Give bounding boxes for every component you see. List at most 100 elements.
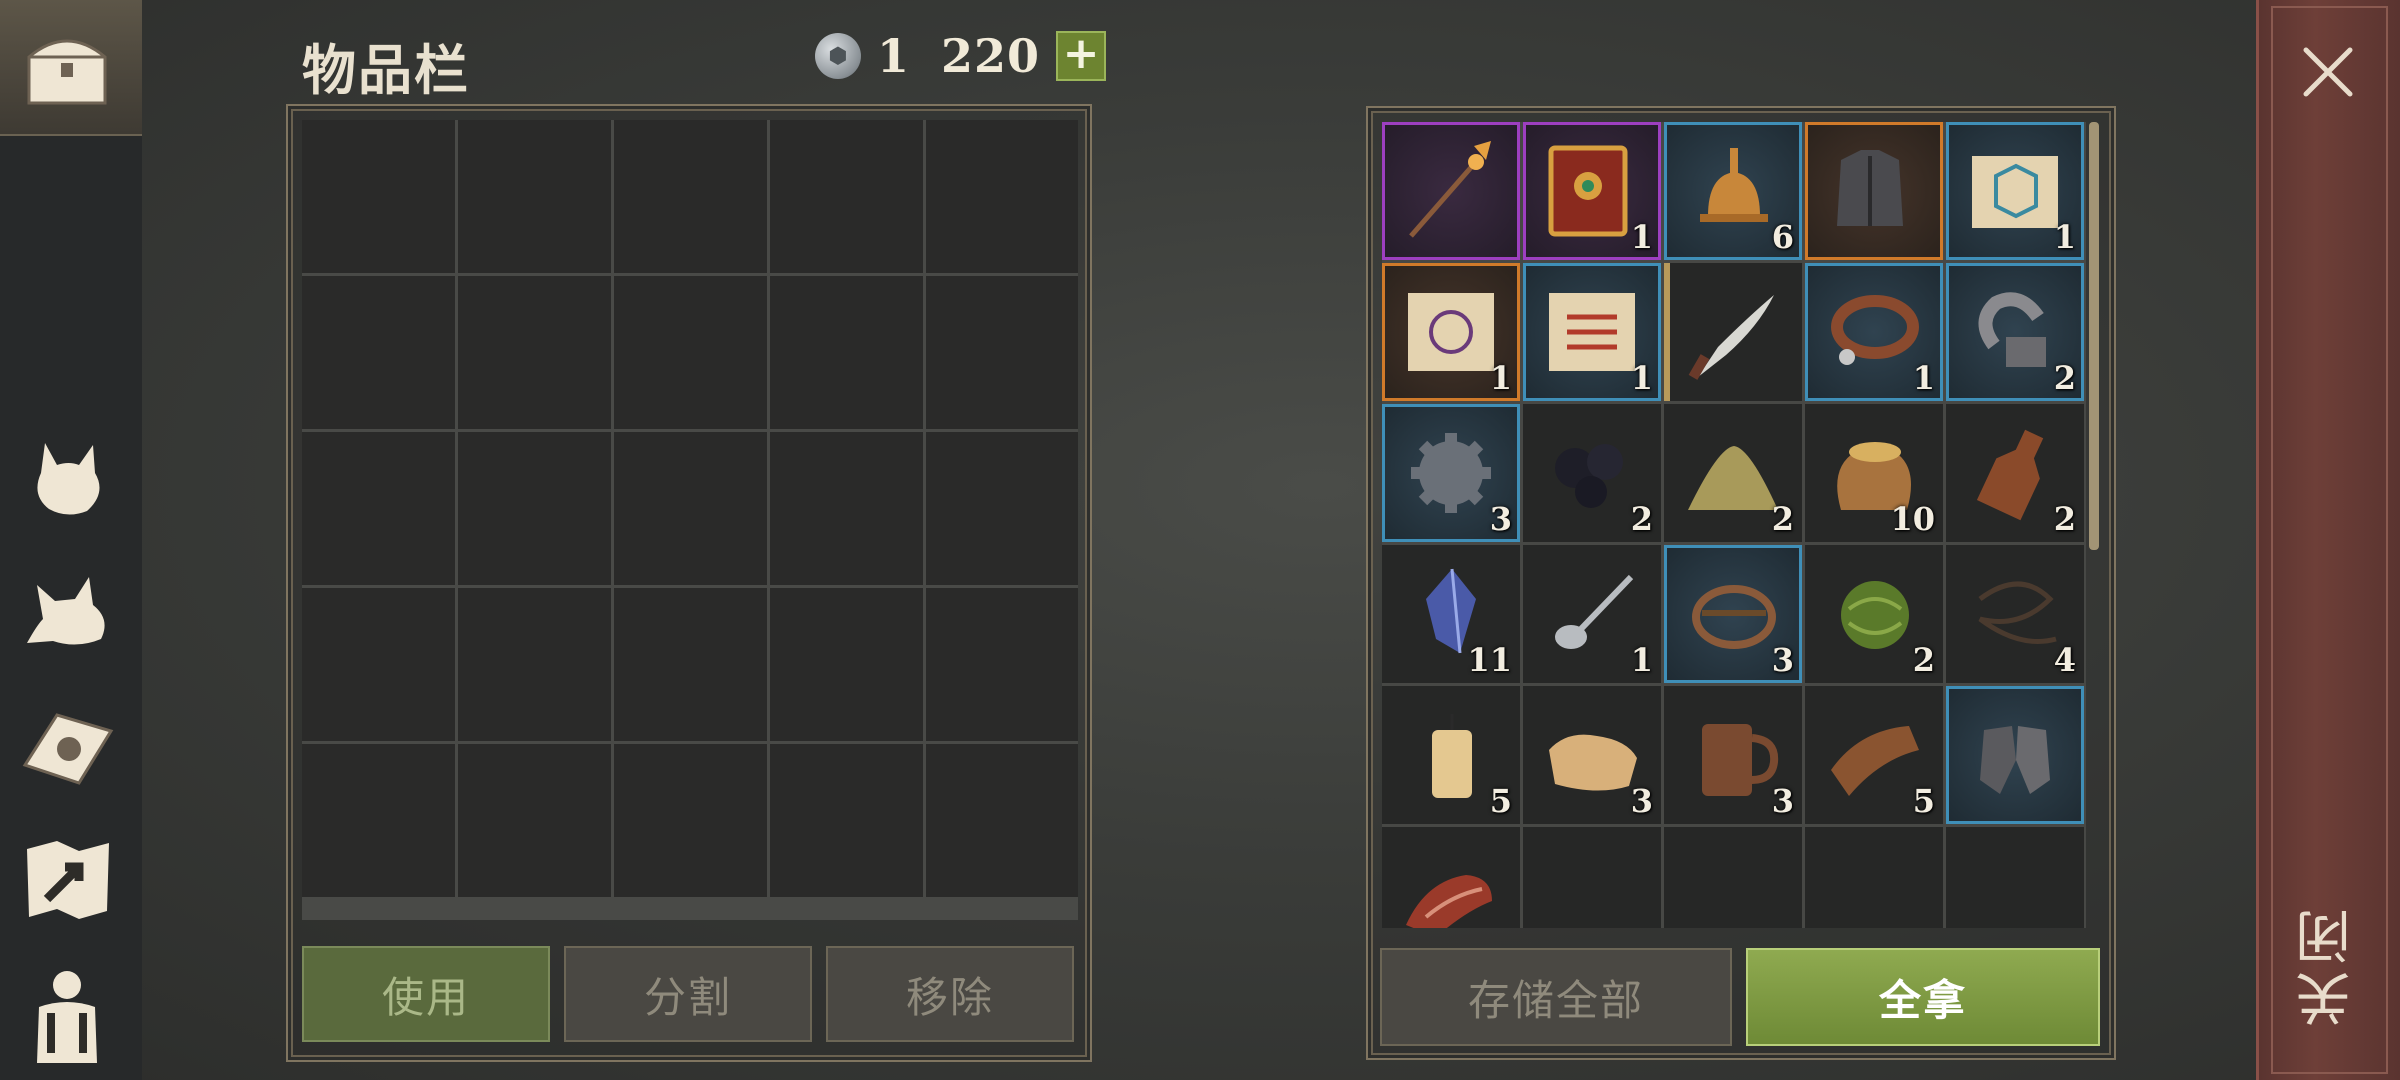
item-quantity: 1 bbox=[1630, 359, 1653, 397]
split-button[interactable]: 分割 bbox=[564, 946, 812, 1042]
take-all-button[interactable]: 全拿 bbox=[1746, 948, 2100, 1046]
storage-slot[interactable]: 1 bbox=[1523, 545, 1661, 683]
character-icon[interactable] bbox=[12, 958, 122, 1068]
inventory-slot[interactable] bbox=[770, 276, 923, 429]
item-quantity: 1 bbox=[1630, 218, 1653, 256]
storage-slot[interactable]: 2 bbox=[1946, 404, 2084, 542]
storage-slot[interactable]: 3 bbox=[1664, 545, 1802, 683]
inventory-slot[interactable] bbox=[614, 588, 767, 741]
item-quantity: 2 bbox=[2053, 359, 2076, 397]
storage-slot[interactable] bbox=[1805, 122, 1943, 260]
inventory-title: 物品栏 bbox=[302, 39, 470, 102]
cat-icon[interactable] bbox=[12, 418, 122, 528]
inventory-slot[interactable] bbox=[302, 588, 455, 741]
storage-scrollbar[interactable] bbox=[2089, 122, 2099, 550]
inventory-slot[interactable] bbox=[926, 432, 1078, 585]
item-quantity: 11 bbox=[1467, 641, 1512, 679]
storage-slot[interactable]: 2 bbox=[1664, 404, 1802, 542]
remove-button[interactable]: 移除 bbox=[826, 946, 1074, 1042]
storage-slot[interactable]: 10 bbox=[1805, 404, 1943, 542]
item-quantity: 3 bbox=[1630, 782, 1653, 820]
inventory-slot[interactable] bbox=[614, 432, 767, 585]
inventory-slot[interactable] bbox=[926, 588, 1078, 741]
storage-slot[interactable] bbox=[1664, 263, 1802, 401]
storage-slot[interactable] bbox=[1382, 122, 1520, 260]
item-quantity: 1 bbox=[2053, 218, 2076, 256]
inventory-slot[interactable] bbox=[302, 276, 455, 429]
inventory-slot[interactable] bbox=[458, 120, 611, 273]
chest-icon[interactable] bbox=[12, 12, 122, 122]
storage-slot[interactable]: 5 bbox=[1382, 686, 1520, 824]
inventory-slot[interactable] bbox=[302, 744, 455, 897]
add-currency-button[interactable]: + bbox=[1056, 31, 1107, 81]
storage-slot[interactable]: 1 bbox=[1382, 263, 1520, 401]
gauntlets-icon bbox=[1980, 726, 2050, 794]
storage-slot[interactable]: 11 bbox=[1382, 545, 1520, 683]
storage-slot[interactable]: 1 bbox=[1946, 122, 2084, 260]
storage-slot[interactable]: 4 bbox=[1946, 545, 2084, 683]
inventory-slot[interactable] bbox=[770, 744, 923, 897]
storage-slot[interactable] bbox=[1805, 827, 1943, 928]
storage-slot[interactable]: 1 bbox=[1523, 122, 1661, 260]
item-quantity: 10 bbox=[1890, 500, 1935, 538]
storage-slot[interactable] bbox=[1382, 827, 1520, 928]
storage-slot[interactable]: 2 bbox=[1946, 263, 2084, 401]
inventory-slot[interactable] bbox=[302, 432, 455, 585]
item-quantity: 1 bbox=[1912, 359, 1935, 397]
storage-slot[interactable] bbox=[1664, 827, 1802, 928]
storage-grid: 1 6 1 1 1 1 2 3 2 2 10 2 11 1 3 2 4 5 3 3 5 bbox=[1382, 122, 2086, 928]
inventory-grid bbox=[302, 120, 1078, 920]
inventory-slot[interactable] bbox=[458, 276, 611, 429]
inventory-slot[interactable] bbox=[770, 588, 923, 741]
storage-slot[interactable]: 3 bbox=[1664, 686, 1802, 824]
inventory-slot[interactable] bbox=[926, 744, 1078, 897]
sun-book-icon[interactable] bbox=[12, 690, 122, 800]
inventory-slot[interactable] bbox=[614, 120, 767, 273]
item-quantity: 3 bbox=[1771, 641, 1794, 679]
storage-slot[interactable]: 1 bbox=[1523, 263, 1661, 401]
inventory-slot[interactable] bbox=[926, 120, 1078, 273]
item-quantity: 3 bbox=[1489, 500, 1512, 538]
item-quantity: 4 bbox=[2053, 641, 2076, 679]
inventory-slot[interactable] bbox=[458, 744, 611, 897]
item-quantity: 2 bbox=[2053, 500, 2076, 538]
item-quantity: 1 bbox=[1489, 359, 1512, 397]
currency-display: ⬢ 1 220 + bbox=[815, 26, 1107, 86]
item-quantity: 2 bbox=[1912, 641, 1935, 679]
storage-slot[interactable]: 5 bbox=[1805, 686, 1943, 824]
wolf-icon[interactable] bbox=[12, 554, 122, 664]
inventory-slot[interactable] bbox=[458, 588, 611, 741]
storage-slot[interactable] bbox=[1946, 686, 2084, 824]
storage-slot[interactable]: 3 bbox=[1523, 686, 1661, 824]
storage-slot[interactable]: 1 bbox=[1805, 263, 1943, 401]
silver-coin-icon: ⬢ bbox=[815, 33, 861, 79]
inventory-slot[interactable] bbox=[926, 276, 1078, 429]
close-icon[interactable] bbox=[2296, 40, 2360, 104]
storage-slot[interactable] bbox=[1523, 827, 1661, 928]
close-label[interactable]: 关闭 bbox=[2296, 890, 2361, 1040]
storage-slot[interactable]: 2 bbox=[1523, 404, 1661, 542]
storage-slot[interactable]: 6 bbox=[1664, 122, 1802, 260]
inventory-slot[interactable] bbox=[302, 120, 455, 273]
sidebar bbox=[0, 0, 142, 1080]
storage-slot[interactable]: 3 bbox=[1382, 404, 1520, 542]
storage-slot[interactable] bbox=[1946, 827, 2084, 928]
currency-value: 1 220 bbox=[877, 29, 1041, 83]
inventory-slot[interactable] bbox=[614, 276, 767, 429]
item-quantity: 2 bbox=[1771, 500, 1794, 538]
machete-icon bbox=[1688, 295, 1774, 380]
map-arrow-icon[interactable] bbox=[12, 824, 122, 934]
inventory-slot[interactable] bbox=[770, 120, 923, 273]
use-button[interactable]: 使用 bbox=[302, 946, 550, 1042]
spear-icon bbox=[1409, 141, 1491, 238]
inventory-slot[interactable] bbox=[458, 432, 611, 585]
item-quantity: 3 bbox=[1771, 782, 1794, 820]
storage-slot[interactable]: 2 bbox=[1805, 545, 1943, 683]
item-quantity: 2 bbox=[1630, 500, 1653, 538]
store-all-button[interactable]: 存储全部 bbox=[1380, 948, 1732, 1046]
inventory-slot[interactable] bbox=[614, 744, 767, 897]
armor-icon bbox=[1837, 150, 1903, 226]
item-quantity: 6 bbox=[1771, 218, 1794, 256]
item-quantity: 1 bbox=[1630, 641, 1653, 679]
inventory-slot[interactable] bbox=[770, 432, 923, 585]
